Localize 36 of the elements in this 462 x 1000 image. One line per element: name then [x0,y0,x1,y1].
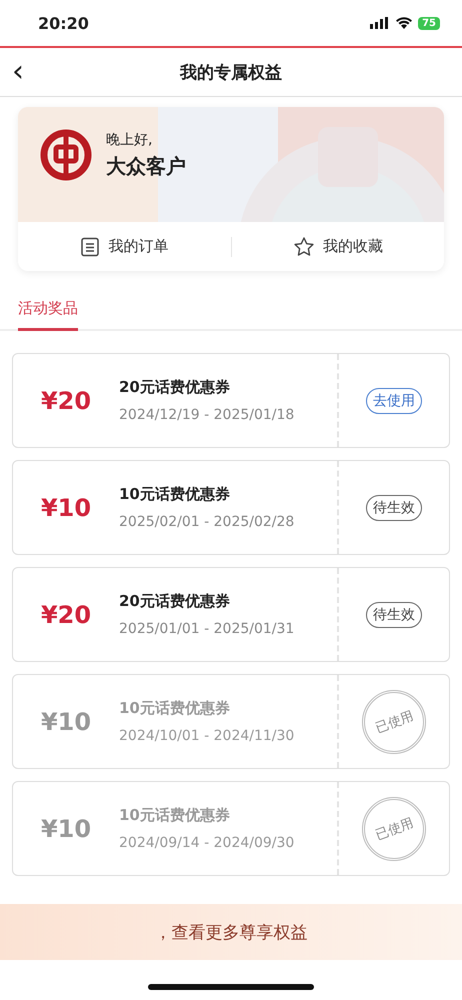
coupon-amount: ¥10 [40,494,92,522]
coupon-amount: ¥10 [40,814,92,842]
coupon-amount: ¥20 [40,600,92,628]
bank-logo-icon [40,129,92,181]
page-title: 我的专属权益 [180,62,282,84]
coupon-dates: 2024/12/19 - 2025/01/18 [119,407,296,423]
use-button[interactable]: 去使用 [366,388,422,414]
status-time: 20:20 [38,14,89,32]
battery-level: 75 [418,16,440,30]
status-tag: 待生效 [366,602,422,628]
used-stamp: 已使用 [362,690,426,754]
tab[interactable]: 活动奖品 [18,299,78,331]
coupon-dates: 2025/01/01 - 2025/01/31 [119,621,296,637]
greeting-text: 晚上好, [106,130,154,148]
back-button[interactable]: ‹ [12,57,24,87]
coupon-title: 10元话费优惠券 [119,699,231,718]
coupon-dates: 2025/02/01 - 2025/02/28 [119,514,296,530]
coupon-dates: 2024/09/14 - 2024/09/30 [119,835,296,851]
promo-banner[interactable]: ，查看更多尊享权益 [0,904,462,960]
coupon-amount: ¥10 [40,708,92,736]
banner-text: ，查看更多尊享权益 [154,922,308,944]
status-tag: 待生效 [366,494,422,520]
coupon-title: 20元话费优惠券 [119,378,231,397]
coupon-dates: 2024/10/01 - 2024/11/30 [119,728,296,744]
coupon-amount: ¥20 [40,386,92,414]
wifi-icon [396,17,412,29]
action-link[interactable]: 我的订单 [108,237,168,256]
list-icon [80,236,100,256]
coupon-title: 10元话费优惠券 [119,485,231,504]
used-stamp: 已使用 [362,796,426,860]
star-icon [292,236,315,258]
signal-icon [370,17,390,29]
action-link[interactable]: 我的收藏 [322,237,383,256]
coupon-title: 20元话费优惠券 [119,592,231,611]
coupon-title: 10元话费优惠券 [119,806,231,825]
customer-name: 大众客户 [106,152,186,180]
